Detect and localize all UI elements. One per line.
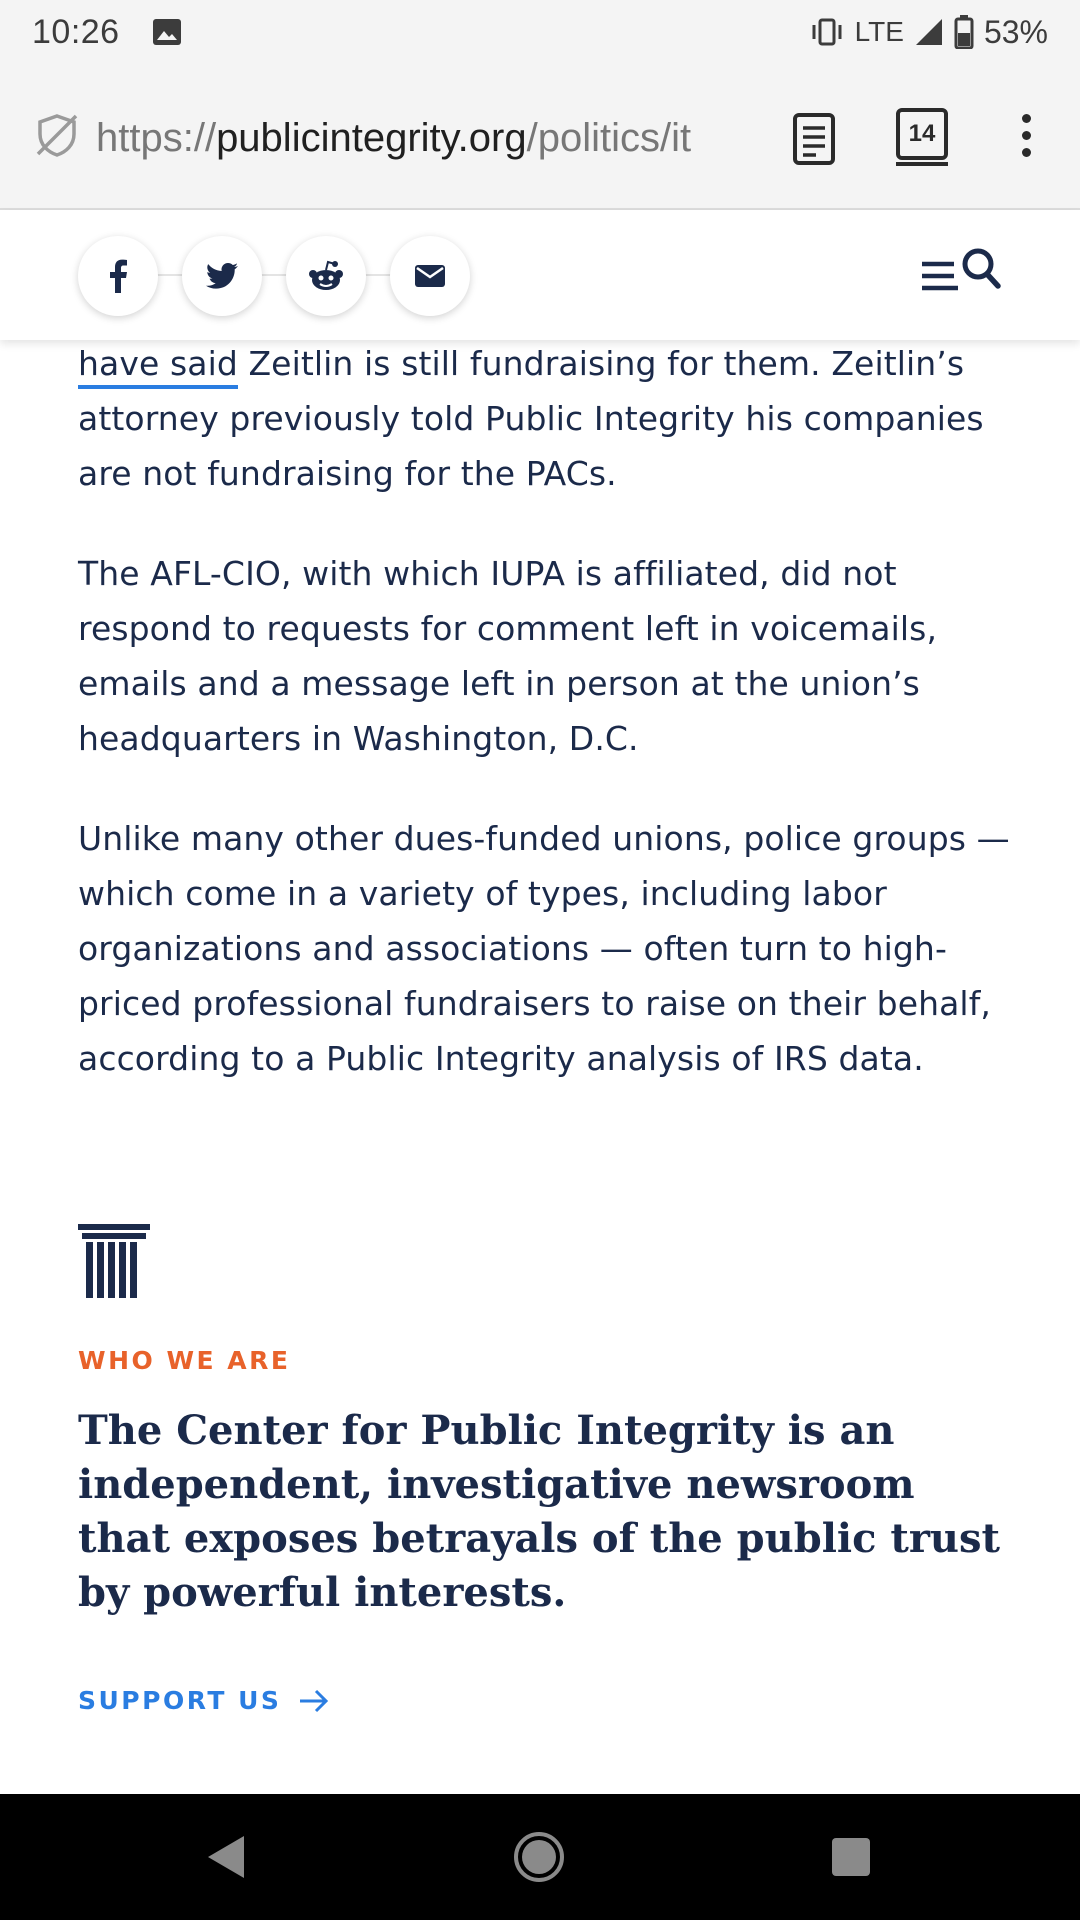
system-nav-bar (0, 1794, 1080, 1920)
status-indicators: LTE 53% (809, 14, 1048, 51)
url-field[interactable]: https://publicintegrity.org/politics/it (96, 108, 756, 168)
reddit-share-button[interactable] (286, 236, 366, 316)
who-we-are-label: WHO WE ARE (78, 1346, 291, 1375)
status-bar: 10:26 LTE 53% (0, 0, 1080, 64)
url-scheme: https:// (96, 116, 217, 160)
facebook-share-button[interactable] (78, 236, 158, 316)
battery-icon (954, 15, 974, 49)
twitter-share-button[interactable] (182, 236, 262, 316)
article-paragraph: have said Zeitlin is still fundraising f… (78, 336, 1018, 501)
facebook-icon (110, 259, 127, 293)
image-notification-icon (152, 19, 181, 45)
status-time: 10:26 (32, 12, 120, 51)
share-connector-line (118, 274, 430, 276)
article-paragraph: The AFL-CIO, with which IUPA is affiliat… (78, 554, 938, 758)
site-shield-icon[interactable] (34, 112, 80, 158)
support-us-link[interactable]: SUPPORT US (78, 1686, 329, 1715)
email-share-button[interactable] (390, 236, 470, 316)
network-type: LTE (854, 16, 904, 47)
email-icon (415, 265, 445, 287)
recents-icon[interactable] (832, 1838, 870, 1876)
signal-icon (915, 19, 942, 45)
share-bar (0, 210, 1080, 340)
vibrate-icon (812, 18, 842, 46)
back-icon[interactable] (206, 1834, 246, 1880)
reader-mode-icon[interactable] (792, 112, 836, 166)
mission-statement: The Center for Public Integrity is an in… (78, 1407, 1000, 1616)
support-us-label: SUPPORT US (78, 1686, 282, 1715)
url-host: publicintegrity.org (216, 116, 527, 160)
article-paragraph: Unlike many other dues-funded unions, po… (78, 819, 1010, 1078)
url-path: /politics/it (526, 116, 692, 160)
have-said-link[interactable]: have said (78, 344, 238, 389)
tab-switcher-underline (896, 162, 948, 166)
tab-switcher-button[interactable]: 14 (896, 108, 948, 160)
reddit-icon (309, 260, 343, 290)
pillar-logo-icon (78, 1224, 150, 1298)
home-icon[interactable] (514, 1832, 564, 1882)
twitter-icon (206, 263, 238, 289)
arrow-right-icon (300, 1689, 329, 1712)
url-fade (710, 108, 760, 168)
article-body: have said Zeitlin is still fundraising f… (78, 336, 1018, 1131)
overflow-menu-icon[interactable] (1016, 114, 1036, 162)
battery-percent: 53% (983, 13, 1048, 50)
menu-search-icon[interactable] (918, 246, 1002, 302)
